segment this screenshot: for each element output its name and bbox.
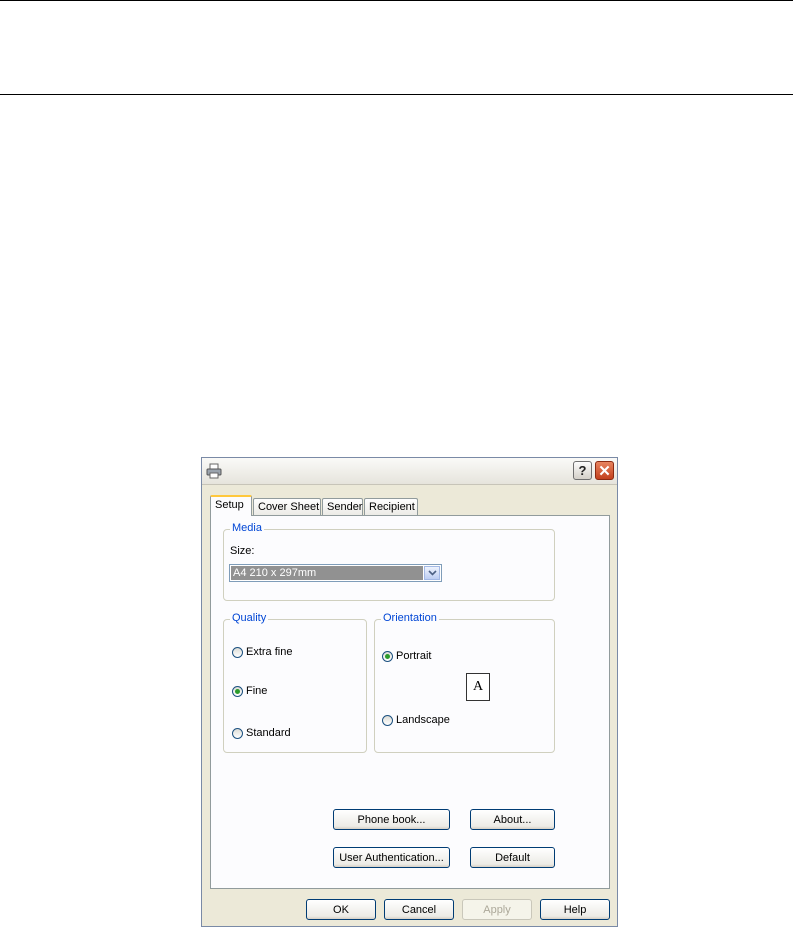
- size-select-value: A4 210 x 297mm: [231, 566, 423, 580]
- size-label: Size:: [230, 545, 255, 557]
- cancel-button[interactable]: Cancel: [384, 899, 454, 920]
- setup-panel: Media Size: A4 210 x 297mm Quality Extra…: [210, 515, 610, 889]
- radio-button-icon: [232, 727, 243, 739]
- radio-button-icon: [232, 646, 243, 658]
- orientation-portrait-label: Portrait: [396, 650, 432, 662]
- tab-sender[interactable]: Sender: [322, 498, 363, 515]
- quality-legend: Quality: [230, 612, 269, 624]
- quality-extra-fine-radio[interactable]: Extra fine: [232, 645, 292, 659]
- quality-standard-label: Standard: [246, 727, 291, 739]
- user-authentication-button[interactable]: User Authentication...: [333, 847, 450, 868]
- help-button[interactable]: Help: [540, 899, 610, 920]
- quality-standard-radio[interactable]: Standard: [232, 726, 291, 740]
- phone-book-button[interactable]: Phone book...: [333, 809, 450, 830]
- fax-setup-dialog: ? ✕ Setup Cover Sheet Sender Recipient M…: [201, 457, 618, 927]
- chevron-down-icon[interactable]: [424, 566, 440, 580]
- radio-button-selected-icon: [232, 685, 243, 697]
- orientation-legend: Orientation: [381, 612, 439, 624]
- media-group: Media Size: A4 210 x 297mm: [223, 522, 555, 601]
- orientation-landscape-label: Landscape: [396, 714, 450, 726]
- radio-button-icon: [382, 714, 393, 726]
- default-button[interactable]: Default: [470, 847, 555, 868]
- apply-button: Apply: [462, 899, 532, 920]
- radio-button-selected-icon: [382, 650, 393, 662]
- help-icon[interactable]: ?: [573, 461, 592, 480]
- top-rule: [0, 0, 793, 1]
- portrait-page-icon: A: [466, 673, 490, 701]
- size-select[interactable]: A4 210 x 297mm: [229, 564, 442, 582]
- ok-button[interactable]: OK: [306, 899, 376, 920]
- quality-group: Quality Extra fine Fine Standard: [223, 612, 367, 753]
- header-rule: [0, 94, 793, 95]
- orientation-portrait-radio[interactable]: Portrait: [382, 649, 431, 663]
- close-icon[interactable]: ✕: [595, 461, 614, 480]
- quality-extra-fine-label: Extra fine: [246, 646, 293, 658]
- quality-fine-radio[interactable]: Fine: [232, 684, 267, 698]
- title-bar: ? ✕: [202, 458, 617, 485]
- media-legend: Media: [230, 522, 264, 534]
- orientation-landscape-radio[interactable]: Landscape: [382, 713, 450, 727]
- tab-setup[interactable]: Setup: [210, 495, 252, 516]
- printer-icon: [206, 463, 222, 479]
- tab-cover-sheet[interactable]: Cover Sheet: [253, 498, 321, 515]
- quality-fine-label: Fine: [246, 685, 268, 697]
- about-button[interactable]: About...: [470, 809, 555, 830]
- tab-recipient[interactable]: Recipient: [364, 498, 418, 515]
- orientation-group: Orientation Portrait A Landscape: [374, 612, 555, 753]
